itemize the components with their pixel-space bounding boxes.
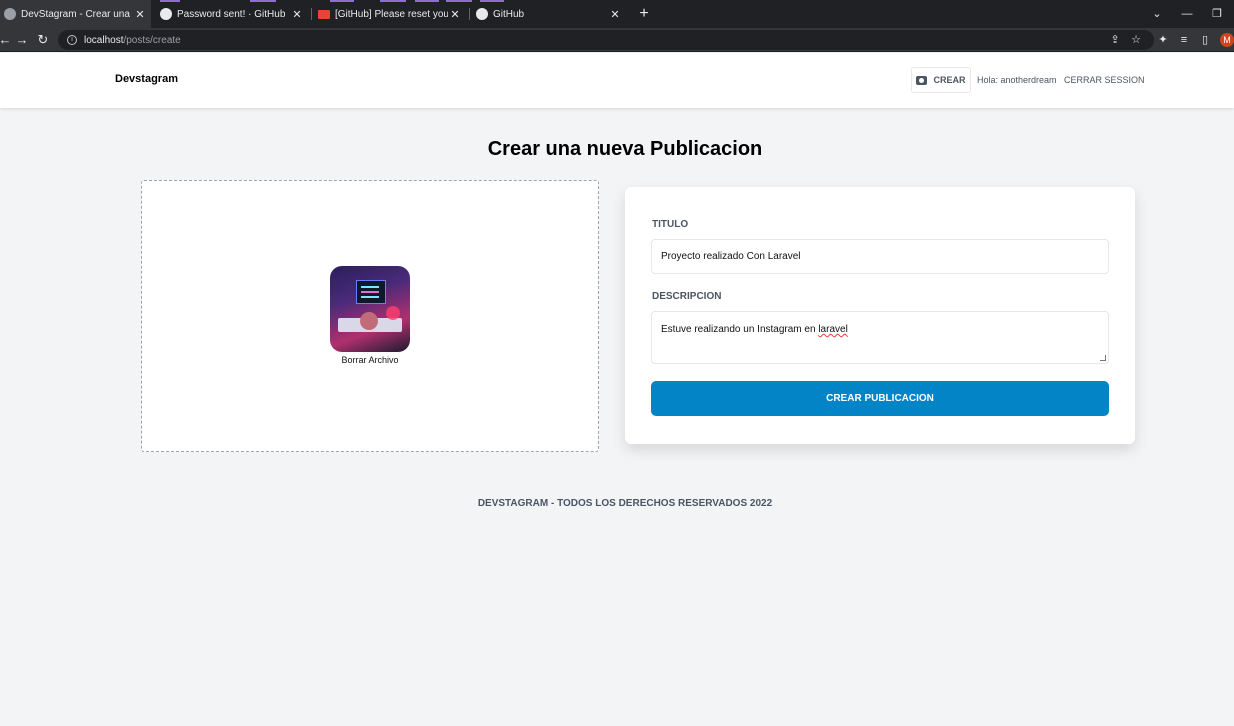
site-header: Devstagram CREAR Hola: anotherdream CERR… bbox=[0, 53, 1234, 108]
remove-file-link[interactable]: Borrar Archivo bbox=[292, 355, 448, 365]
logout-button[interactable]: CERRAR SESSION bbox=[1064, 75, 1145, 85]
create-post-button[interactable]: CREAR bbox=[911, 67, 971, 93]
spellcheck-flagged-word: laravel bbox=[818, 324, 848, 335]
reload-icon[interactable]: ↻ bbox=[34, 30, 52, 50]
extensions-icon[interactable]: ✦ bbox=[1155, 30, 1171, 50]
close-icon[interactable]: ✕ bbox=[608, 8, 622, 21]
tab-github[interactable]: GitHub ✕ bbox=[472, 0, 626, 28]
url-host: localhost bbox=[84, 34, 124, 46]
tab-separator bbox=[311, 8, 312, 20]
profile-avatar[interactable]: M bbox=[1220, 33, 1234, 47]
close-icon[interactable]: ✕ bbox=[290, 8, 304, 21]
site-info-icon[interactable]: i bbox=[67, 35, 77, 45]
tab-gmail-reset[interactable]: [GitHub] Please reset your passw ✕ bbox=[314, 0, 466, 28]
tab-separator bbox=[469, 8, 470, 20]
github-icon bbox=[476, 8, 488, 20]
resize-handle-icon[interactable] bbox=[1100, 355, 1106, 361]
side-panel-icon[interactable]: ▯ bbox=[1197, 30, 1213, 50]
tab-title: Password sent! · GitHub bbox=[177, 8, 286, 20]
image-dropzone[interactable]: Borrar Archivo bbox=[141, 180, 599, 452]
tab-github-password[interactable]: Password sent! · GitHub ✕ bbox=[156, 0, 308, 28]
brand-logo[interactable]: Devstagram bbox=[115, 73, 178, 85]
tab-title: GitHub bbox=[493, 8, 525, 20]
share-icon[interactable]: ⇪ bbox=[1107, 30, 1123, 50]
site-footer: DEVSTAGRAM - TODOS LOS DERECHOS RESERVAD… bbox=[477, 498, 773, 509]
browser-tab-bar: DevStagram - Crear una nueva P ✕ Passwor… bbox=[0, 0, 1234, 28]
user-greeting: Hola: anotherdream bbox=[977, 75, 1057, 85]
bookmark-star-icon[interactable]: ☆ bbox=[1128, 30, 1144, 50]
github-icon bbox=[160, 8, 172, 20]
new-tab-button[interactable]: + bbox=[636, 4, 652, 24]
tab-devstagram[interactable]: DevStagram - Crear una nueva P ✕ bbox=[0, 0, 151, 28]
forward-icon[interactable]: → bbox=[13, 30, 31, 50]
close-icon[interactable]: ✕ bbox=[448, 8, 462, 21]
back-icon[interactable]: ← bbox=[0, 30, 14, 50]
restore-icon[interactable]: ❐ bbox=[1209, 4, 1225, 24]
description-label: DESCRIPCION bbox=[652, 291, 722, 302]
description-textarea[interactable]: Estuve realizando un Instagram en larave… bbox=[651, 311, 1109, 364]
minimize-icon[interactable]: — bbox=[1179, 4, 1195, 24]
reading-list-icon[interactable]: ≡ bbox=[1176, 30, 1192, 50]
tab-title: [GitHub] Please reset your passw bbox=[335, 8, 448, 20]
address-bar[interactable]: i localhost /posts/create bbox=[58, 30, 1154, 50]
preview-screen-graphic bbox=[356, 280, 386, 304]
page-title: Crear una nueva Publicacion bbox=[487, 138, 763, 160]
browser-toolbar: ← → ↻ i localhost /posts/create ⇪ ☆ ✦ ≡ … bbox=[0, 28, 1234, 52]
globe-icon bbox=[4, 8, 16, 20]
post-form-card: TITULO Proyecto realizado Con Laravel DE… bbox=[625, 187, 1135, 444]
url-path: /posts/create bbox=[123, 34, 181, 46]
tab-title: DevStagram - Crear una nueva P bbox=[21, 8, 133, 20]
tab-search-icon[interactable]: ⌄ bbox=[1149, 4, 1165, 24]
title-input[interactable]: Proyecto realizado Con Laravel bbox=[651, 239, 1109, 274]
username: anotherdream bbox=[1000, 75, 1057, 85]
close-icon[interactable]: ✕ bbox=[133, 8, 147, 21]
camera-icon bbox=[916, 75, 928, 85]
description-text: Estuve realizando un Instagram en bbox=[661, 324, 819, 335]
uploaded-image-preview bbox=[330, 266, 410, 352]
greeting-prefix: Hola: bbox=[977, 75, 1001, 85]
create-post-label: CREAR bbox=[933, 75, 966, 85]
preview-light-graphic bbox=[386, 306, 400, 320]
title-label: TITULO bbox=[652, 219, 689, 230]
gmail-icon bbox=[318, 9, 330, 19]
create-post-submit-button[interactable]: CREAR PUBLICACION bbox=[651, 381, 1109, 416]
preview-hand-graphic bbox=[360, 312, 378, 330]
